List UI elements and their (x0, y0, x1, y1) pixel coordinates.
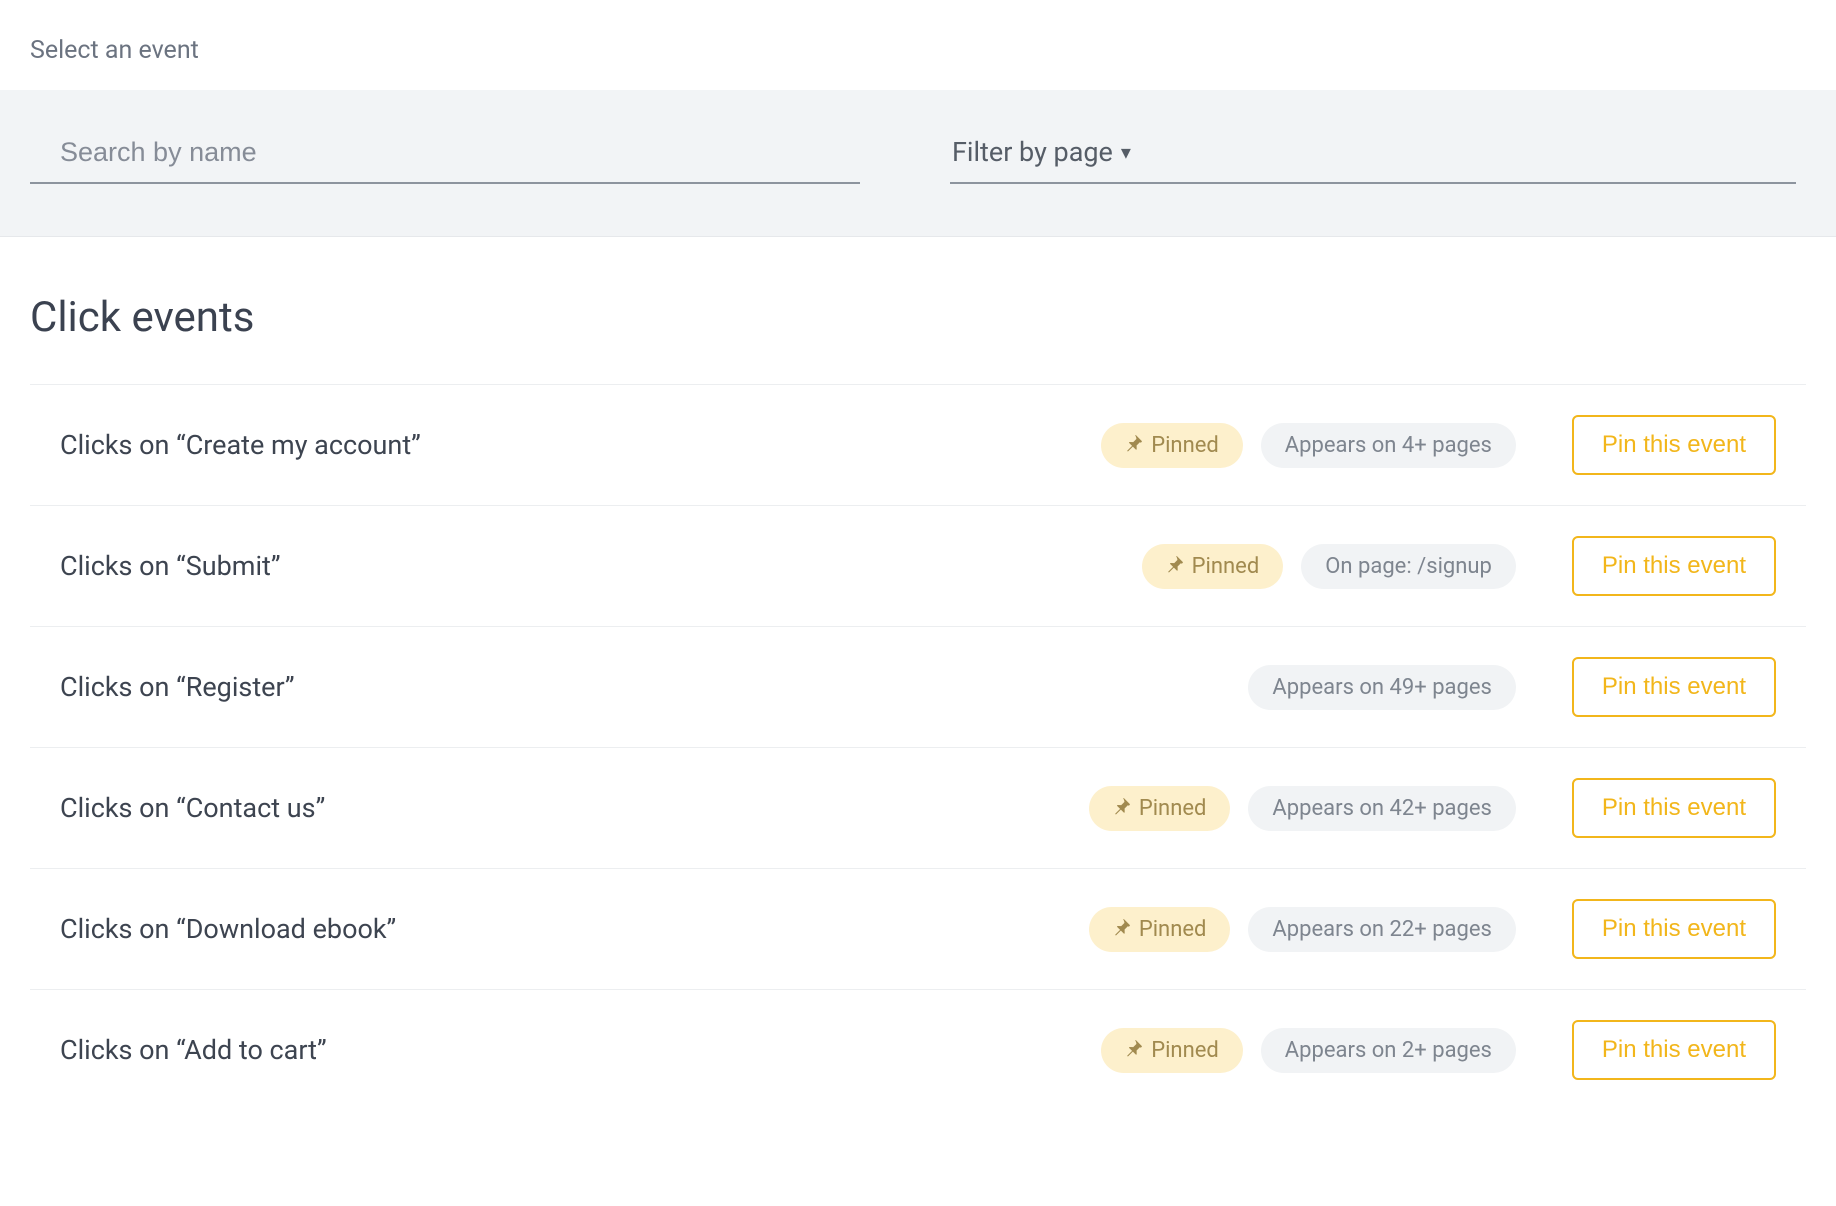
page-filter-label: Filter by page (952, 136, 1113, 168)
page-subtitle: Select an event (0, 0, 1836, 89)
event-meta-badge: Appears on 42+ pages (1248, 786, 1515, 831)
pinned-label: Pinned (1139, 796, 1207, 821)
event-meta-badge: Appears on 22+ pages (1248, 907, 1515, 952)
content-area: Click events Clicks on “Create my accoun… (0, 237, 1836, 1110)
event-meta-badge: Appears on 49+ pages (1248, 665, 1515, 710)
pin-event-button[interactable]: Pin this event (1572, 415, 1776, 475)
event-row: Clicks on “Download ebook” Pinned Appears … (30, 869, 1806, 990)
event-name: Clicks on “Download ebook” (60, 913, 1071, 945)
filter-bar: Filter by page ▾ (0, 89, 1836, 237)
pin-event-button[interactable]: Pin this event (1572, 536, 1776, 596)
pin-event-button[interactable]: Pin this event (1572, 778, 1776, 838)
pinned-label: Pinned (1192, 554, 1260, 579)
event-name: Clicks on “Register” (60, 671, 1230, 703)
event-meta-badge: On page: /signup (1301, 544, 1516, 589)
pinned-badge: Pinned (1142, 544, 1284, 589)
page-filter-select[interactable]: Filter by page ▾ (950, 126, 1796, 184)
event-row: Clicks on “Register” Appears on 49+ pages… (30, 627, 1806, 748)
pinned-label: Pinned (1151, 433, 1219, 458)
pin-icon (1125, 1038, 1143, 1063)
pinned-badge: Pinned (1089, 786, 1231, 831)
event-meta-badge: Appears on 2+ pages (1261, 1028, 1516, 1073)
pin-event-button[interactable]: Pin this event (1572, 657, 1776, 717)
event-name: Clicks on “Contact us” (60, 792, 1071, 824)
pin-event-button[interactable]: Pin this event (1572, 1020, 1776, 1080)
pinned-badge: Pinned (1101, 423, 1243, 468)
event-list: Clicks on “Create my account” Pinned Appea… (30, 384, 1806, 1110)
event-row: Clicks on “Create my account” Pinned Appea… (30, 385, 1806, 506)
event-row: Clicks on “Submit” Pinned On page: /signup… (30, 506, 1806, 627)
pinned-label: Pinned (1139, 917, 1207, 942)
pinned-badge: Pinned (1089, 907, 1231, 952)
filter-wrap: Filter by page ▾ (950, 126, 1796, 184)
pin-event-button[interactable]: Pin this event (1572, 899, 1776, 959)
event-name: Clicks on “Create my account” (60, 429, 1083, 461)
event-name: Clicks on “Submit” (60, 550, 1124, 582)
pinned-badge: Pinned (1101, 1028, 1243, 1073)
pin-icon (1166, 554, 1184, 579)
event-row: Clicks on “Add to cart” Pinned Appears on … (30, 990, 1806, 1110)
event-name: Clicks on “Add to cart” (60, 1034, 1083, 1066)
pin-icon (1113, 796, 1131, 821)
section-title: Click events (30, 293, 1806, 342)
pin-icon (1125, 433, 1143, 458)
event-meta-badge: Appears on 4+ pages (1261, 423, 1516, 468)
search-input[interactable] (30, 127, 860, 184)
search-wrap (30, 126, 860, 184)
event-row: Clicks on “Contact us” Pinned Appears on 4… (30, 748, 1806, 869)
pinned-label: Pinned (1151, 1038, 1219, 1063)
chevron-down-icon: ▾ (1121, 140, 1131, 164)
pin-icon (1113, 917, 1131, 942)
